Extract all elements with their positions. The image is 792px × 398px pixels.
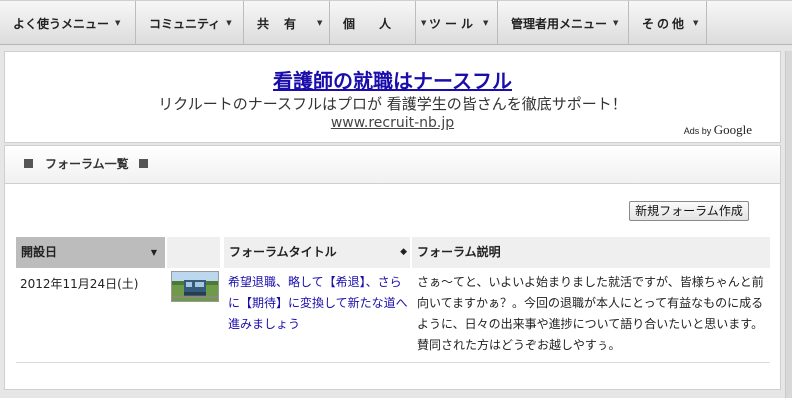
- top-menu-bar: よく使うメニュー ▼ コミュニティ ▼ 共有 ▼ 個人 ▼ ツール ▼ 管理者用メニュー ▼…: [0, 0, 792, 45]
- menu-other-label: その他: [642, 16, 688, 31]
- chevron-down-icon: ▼: [483, 19, 489, 27]
- menu-frequent-label: よく使うメニュー: [13, 16, 110, 31]
- menu-tools-label: ツール: [429, 16, 478, 31]
- ad-url-link[interactable]: www.recruit-nb.jp: [5, 115, 780, 131]
- forum-list-title: フォーラム一覧: [45, 157, 129, 171]
- menu-frequent[interactable]: よく使うメニュー ▼: [0, 1, 136, 45]
- menu-community-label: コミュニティ: [149, 16, 221, 31]
- chevron-down-icon: ▼: [115, 19, 121, 27]
- menu-admin-label: 管理者用メニュー: [511, 16, 608, 31]
- chevron-down-icon: ▼: [613, 19, 619, 27]
- chevron-down-icon: ▼: [150, 248, 157, 257]
- forum-list-header: フォーラム一覧: [5, 146, 780, 184]
- ad-description: リクルートのナースフルはプロが 看護学生の皆さんを徹底サポート！: [158, 95, 627, 113]
- menu-admin[interactable]: 管理者用メニュー ▼: [498, 1, 629, 45]
- menu-share[interactable]: 共有 ▼: [244, 1, 330, 45]
- right-scroll-edge[interactable]: [785, 51, 792, 398]
- column-header-image: [167, 237, 220, 268]
- new-forum-button[interactable]: 新規フォーラム作成: [629, 201, 749, 221]
- forum-row-date: 2012年11月24日(土): [20, 277, 139, 291]
- forum-row-description: さぁ～てと、いよいよ始まりました就活ですが、皆様ちゃんと前向いてますかぁ？。今回…: [417, 275, 764, 352]
- menu-share-label: 共有: [257, 16, 312, 31]
- forum-row-title-link[interactable]: 希望退職、略して【希退】、さらに【期待】に変換して新たな道へ進みましょう: [228, 272, 412, 335]
- menu-community[interactable]: コミュニティ ▼: [136, 1, 244, 45]
- menu-other[interactable]: その他 ▼: [629, 1, 707, 45]
- column-header-date[interactable]: 開設日 ▼: [16, 237, 165, 268]
- menu-personal-label: 個人: [343, 16, 416, 31]
- column-description-label: フォーラム説明: [417, 245, 501, 259]
- google-logo: Google: [713, 122, 752, 137]
- sort-icon: ◆: [400, 247, 407, 257]
- forum-list-panel: フォーラム一覧 新規フォーラム作成 開設日 ▼ フォーラムタイトル ◆ フォーラ…: [4, 145, 781, 390]
- row-divider: [16, 362, 770, 363]
- column-title-label: フォーラムタイトル: [229, 245, 337, 259]
- column-header-description: フォーラム説明: [412, 237, 770, 268]
- ads-by-label: Ads by: [683, 126, 712, 136]
- column-date-label: 開設日: [21, 245, 58, 259]
- square-bullet-icon: [24, 159, 33, 168]
- square-bullet-icon: [139, 159, 148, 168]
- chevron-down-icon: ▼: [226, 19, 232, 27]
- ads-by-google[interactable]: Ads by Google: [684, 122, 752, 138]
- ad-title-link[interactable]: 看護師の就職はナースフル: [5, 65, 780, 94]
- menu-spacer: [707, 1, 792, 44]
- chevron-down-icon: ▼: [693, 19, 699, 27]
- ad-panel: 看護師の就職はナースフル リクルートのナースフルはプロが 看護学生の皆さんを徹底…: [4, 51, 781, 143]
- chevron-down-icon: ▼: [317, 19, 323, 27]
- train-photo-icon: [172, 272, 218, 301]
- menu-personal[interactable]: 個人 ▼: [330, 1, 426, 45]
- menu-tools[interactable]: ツール ▼: [416, 1, 498, 45]
- forum-thumbnail[interactable]: [171, 271, 219, 302]
- column-header-title[interactable]: フォーラムタイトル ◆: [224, 237, 410, 268]
